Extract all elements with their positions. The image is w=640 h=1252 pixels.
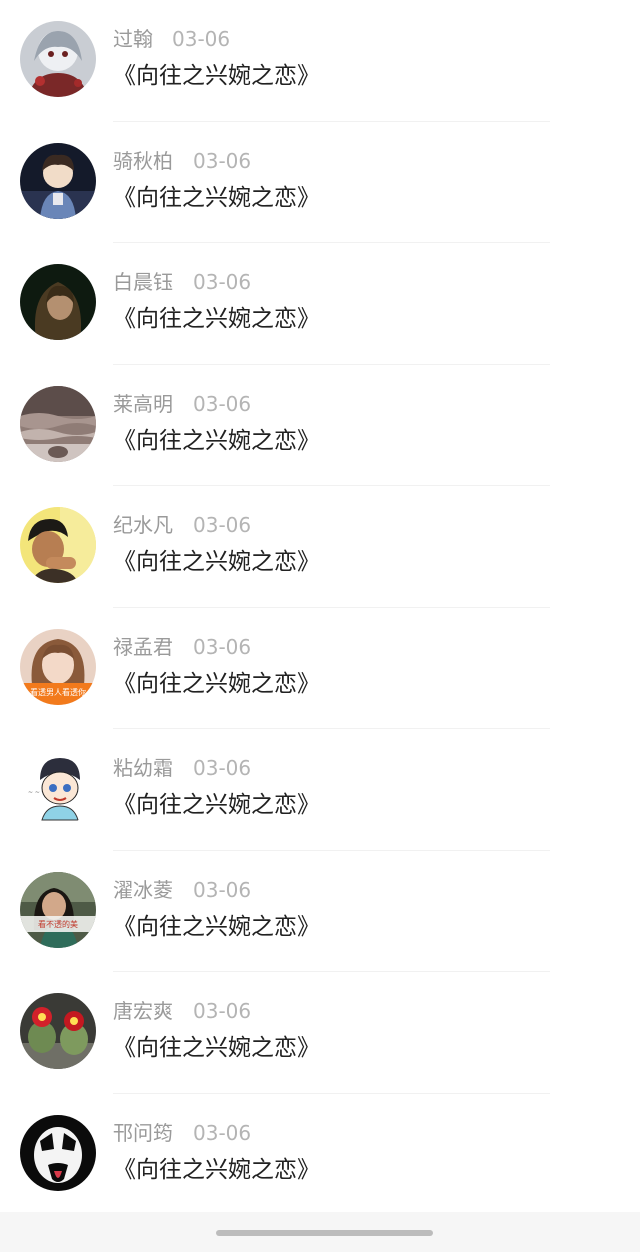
avatar[interactable] (20, 385, 96, 462)
svg-text:~ ~: ~ ~ (28, 789, 40, 796)
comment-item[interactable]: 看透男人看透你 禄孟君 03-06 《向往之兴婉之恋》 (0, 608, 640, 729)
comment-date: 03-06 (193, 756, 252, 780)
comment-item[interactable]: 过翰 03-06 《向往之兴婉之恋》 (0, 0, 640, 122)
commenter-name[interactable]: 过翰 (113, 26, 153, 52)
commenter-name[interactable]: 骑秋柏 (113, 148, 173, 174)
commenter-name[interactable]: 邗问筠 (113, 1120, 173, 1146)
comment-text: 《向往之兴婉之恋》 (113, 549, 320, 575)
comment-date: 03-06 (193, 513, 252, 537)
comment-item[interactable]: ~ ~ 粘幼霜 03-06 《向往之兴婉之恋》 (0, 729, 640, 851)
comment-text: 《向往之兴婉之恋》 (113, 1035, 320, 1061)
avatar[interactable] (20, 1114, 96, 1191)
avatar-image-woman-portrait (20, 264, 96, 340)
comment-date: 03-06 (172, 27, 231, 51)
comment-date: 03-06 (193, 1120, 252, 1145)
avatar[interactable] (20, 993, 96, 1069)
commenter-name[interactable]: 唐宏爽 (113, 998, 173, 1024)
avatar-caption-text: 看不透的美 (38, 919, 78, 929)
avatar[interactable] (20, 507, 96, 583)
avatar[interactable]: 看不透的美 (20, 871, 96, 948)
avatar-image-girl-caption: 看透男人看透你 (20, 628, 96, 705)
comment-item[interactable]: 莱高明 03-06 《向往之兴婉之恋》 (0, 365, 640, 486)
avatar-caption-text: 看透男人看透你 (30, 687, 86, 697)
comment-item[interactable]: 看不透的美 濯冰菱 03-06 《向往之兴婉之恋》 (0, 851, 640, 972)
home-indicator[interactable] (216, 1230, 433, 1236)
comment-list: 过翰 03-06 《向往之兴婉之恋》 骑秋柏 03-06 《向往之兴婉之恋》 白… (0, 0, 640, 1215)
comment-text: 《向往之兴婉之恋》 (113, 670, 320, 697)
comment-text: 《向往之兴婉之恋》 (113, 1156, 320, 1183)
comment-date: 03-06 (193, 634, 252, 659)
avatar-image-anime-girl (20, 21, 96, 97)
comment-text: 《向往之兴婉之恋》 (113, 427, 320, 454)
avatar-image-girl-caption: 看不透的美 (20, 871, 96, 948)
comment-text: 《向往之兴婉之恋》 (113, 306, 320, 332)
comment-date: 03-06 (193, 877, 252, 902)
comment-item[interactable]: 白晨钰 03-06 《向往之兴婉之恋》 (0, 243, 640, 365)
comment-text: 《向往之兴婉之恋》 (113, 913, 320, 940)
comment-date: 03-06 (193, 270, 252, 294)
commenter-name[interactable]: 莱高明 (113, 391, 173, 417)
comment-item[interactable]: 唐宏爽 03-06 《向往之兴婉之恋》 (0, 972, 640, 1094)
commenter-name[interactable]: 禄孟君 (113, 634, 173, 660)
comment-item[interactable]: 邗问筠 03-06 《向往之兴婉之恋》 (0, 1094, 640, 1215)
avatar-image-anime-boy (20, 142, 96, 219)
avatar[interactable]: 看透男人看透你 (20, 628, 96, 705)
comment-item[interactable]: 骑秋柏 03-06 《向往之兴婉之恋》 (0, 122, 640, 243)
comment-date: 03-06 (193, 391, 252, 416)
comment-date: 03-06 (193, 148, 252, 173)
comment-text: 《向往之兴婉之恋》 (113, 63, 320, 89)
commenter-name[interactable]: 濯冰菱 (113, 877, 173, 903)
comment-text: 《向往之兴婉之恋》 (113, 792, 320, 818)
avatar[interactable] (20, 264, 96, 340)
avatar-image-water-surface (20, 385, 96, 462)
commenter-name[interactable]: 粘幼霜 (113, 755, 173, 781)
comment-text: 《向往之兴婉之恋》 (113, 184, 320, 211)
avatar-image-kiss-makeup (20, 1114, 96, 1191)
comment-item[interactable]: 纪水凡 03-06 《向往之兴婉之恋》 (0, 486, 640, 608)
avatar[interactable]: ~ ~ (20, 750, 96, 826)
avatar-image-boy-yellow (20, 507, 96, 583)
avatar-image-cactus-flowers (20, 993, 96, 1069)
avatar[interactable] (20, 21, 96, 97)
comment-date: 03-06 (193, 999, 252, 1023)
avatar[interactable] (20, 142, 96, 219)
commenter-name[interactable]: 白晨钰 (113, 269, 173, 295)
commenter-name[interactable]: 纪水凡 (113, 512, 173, 538)
avatar-image-cartoon-boy: ~ ~ (20, 750, 96, 826)
